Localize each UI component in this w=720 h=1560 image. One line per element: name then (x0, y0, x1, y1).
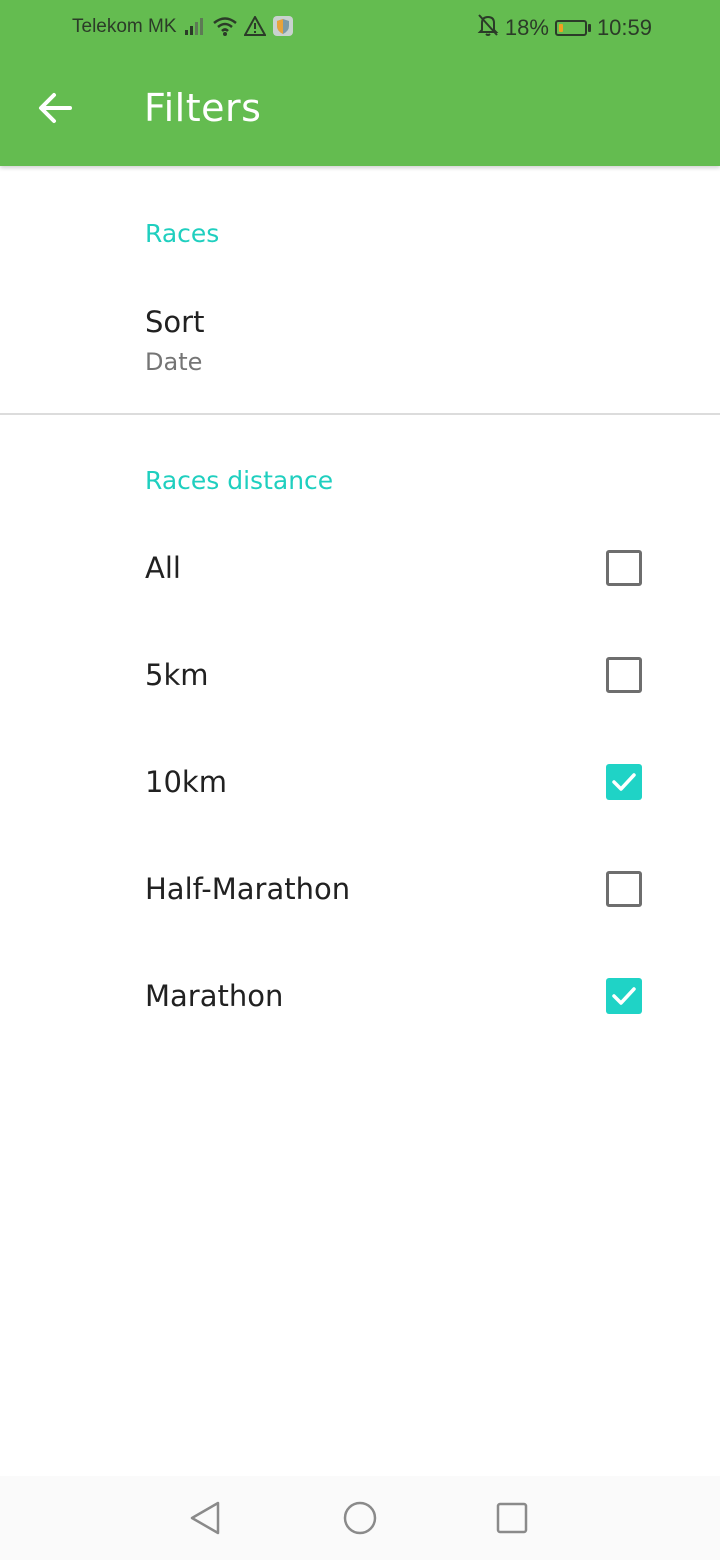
clock: 10:59 (596, 15, 652, 40)
status-icons (184, 14, 294, 42)
sort-preference[interactable]: Sort Date (0, 280, 720, 400)
shield-app-icon (272, 15, 294, 42)
checkbox-label: All (145, 551, 181, 585)
checkbox[interactable] (606, 871, 642, 907)
section-header-races-distance: Races distance (145, 466, 334, 495)
status-bar: Telekom MK 18% 10:59 (0, 0, 720, 56)
checkbox[interactable] (606, 657, 642, 693)
battery-percent: 18% (504, 15, 549, 40)
back-triangle-icon[interactable] (186, 1498, 226, 1538)
checkbox-row-half-marathon[interactable]: Half-Marathon (0, 839, 720, 939)
arrow-back-icon (36, 88, 76, 132)
checkbox-label: 10km (145, 765, 227, 799)
checkbox[interactable] (606, 764, 642, 800)
status-right: 18% 10:59 (477, 14, 652, 42)
wifi-icon (212, 15, 238, 42)
carrier-name: Telekom MK (72, 16, 177, 37)
checkbox-row-all[interactable]: All (0, 518, 720, 618)
system-nav-bar (0, 1476, 720, 1560)
battery-icon (554, 20, 591, 36)
sort-title: Sort (145, 305, 205, 339)
top-bar: Telekom MK 18% 10:59 Filters (0, 0, 720, 166)
checkbox-label: 5km (145, 658, 209, 692)
back-button[interactable] (24, 78, 88, 142)
warning-icon (243, 14, 267, 41)
sort-summary: Date (145, 348, 203, 376)
checkbox-row-10km[interactable]: 10km (0, 732, 720, 832)
bell-off-icon (477, 13, 499, 43)
signal-icon (184, 16, 206, 41)
checkbox-row-5km[interactable]: 5km (0, 625, 720, 725)
home-circle-icon[interactable] (340, 1498, 380, 1538)
recents-square-icon[interactable] (492, 1498, 532, 1538)
page-title: Filters (144, 86, 262, 130)
checkbox-label: Half-Marathon (145, 872, 351, 906)
divider (0, 413, 720, 415)
checkbox[interactable] (606, 978, 642, 1014)
section-header-races: Races (145, 219, 220, 248)
filters-screen: Telekom MK 18% 10:59 Filters Races Sort … (0, 0, 720, 1560)
app-bar: Filters (0, 56, 720, 166)
checkbox-label: Marathon (145, 979, 284, 1013)
checkbox-row-marathon[interactable]: Marathon (0, 946, 720, 1046)
checkbox[interactable] (606, 550, 642, 586)
